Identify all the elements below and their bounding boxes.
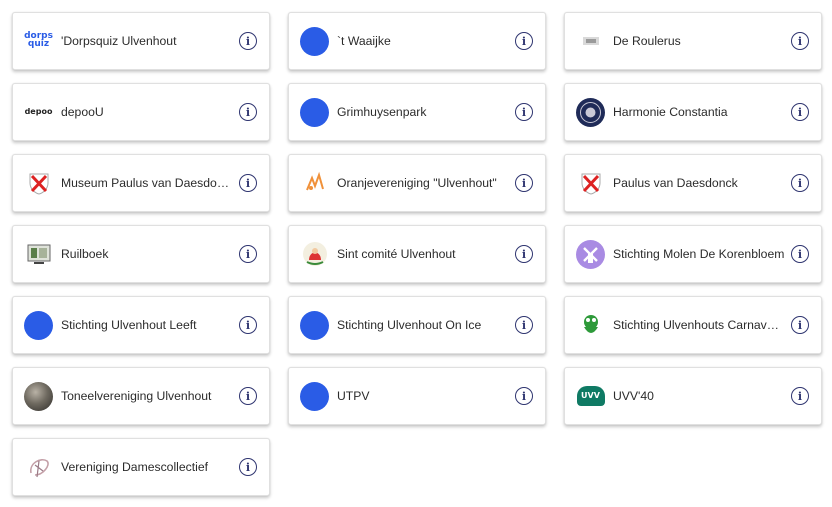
org-name: Ruilboek: [61, 247, 109, 261]
logo-text-line: depoo: [24, 106, 53, 116]
org-name: Oranjevereniging "Ulvenhout": [337, 176, 497, 190]
info-icon[interactable]: i: [515, 174, 533, 192]
info-icon[interactable]: i: [515, 245, 533, 263]
organisation-grid: dorps quiz 'Dorpsquiz Ulvenhout i `t Waa…: [12, 12, 822, 496]
org-name: Grimhuysenpark: [337, 105, 427, 119]
org-card[interactable]: Harmonie Constantia i: [564, 83, 822, 141]
org-card[interactable]: Ruilboek i: [12, 225, 270, 283]
org-card[interactable]: depoo depooU i: [12, 83, 270, 141]
org-name: UTPV: [337, 389, 370, 403]
org-name: De Roulerus: [613, 34, 681, 48]
org-name: Harmonie Constantia: [613, 105, 728, 119]
org-name: Paulus van Daesdonck: [613, 176, 738, 190]
info-icon[interactable]: i: [515, 103, 533, 121]
info-icon[interactable]: i: [239, 174, 257, 192]
info-icon[interactable]: i: [791, 316, 809, 334]
org-name: Vereniging Damescollectief: [61, 460, 209, 474]
info-icon[interactable]: i: [791, 387, 809, 405]
harmonie-logo: [576, 97, 605, 127]
blue-dot-logo: [300, 381, 329, 411]
info-icon[interactable]: i: [239, 103, 257, 121]
dorpsquiz-logo: dorps quiz: [24, 27, 53, 56]
org-card[interactable]: De Roulerus i: [564, 12, 822, 70]
org-card[interactable]: Paulus van Daesdonck i: [564, 154, 822, 212]
shield-cross-logo: [576, 169, 605, 198]
logo-text-line: quiz: [27, 39, 50, 49]
org-name: Stichting Molen De Korenbloem: [613, 247, 785, 261]
info-icon[interactable]: i: [239, 316, 257, 334]
org-card[interactable]: UTPV i: [288, 367, 546, 425]
info-icon[interactable]: i: [791, 174, 809, 192]
info-icon[interactable]: i: [239, 245, 257, 263]
org-card[interactable]: UVV UVV'40 i: [564, 367, 822, 425]
org-card[interactable]: Museum Paulus van Daesdonck i: [12, 154, 270, 212]
oranje-logo: [300, 169, 329, 198]
roulerus-logo: [576, 27, 605, 56]
depoou-logo: depoo: [24, 98, 53, 127]
org-name: Stichting Ulvenhouts Carnaval (SUC): [613, 318, 785, 332]
blue-dot-logo: [300, 26, 329, 56]
org-card[interactable]: Stichting Molen De Korenbloem i: [564, 225, 822, 283]
windmill-logo: [576, 239, 605, 269]
info-icon[interactable]: i: [515, 316, 533, 334]
info-icon[interactable]: i: [515, 32, 533, 50]
sint-logo: [300, 240, 329, 269]
org-card[interactable]: Vereniging Damescollectief i: [12, 438, 270, 496]
org-card[interactable]: Stichting Ulvenhouts Carnaval (SUC) i: [564, 296, 822, 354]
blue-dot-logo: [300, 97, 329, 127]
info-icon[interactable]: i: [239, 387, 257, 405]
org-card[interactable]: Sint comité Ulvenhout i: [288, 225, 546, 283]
org-card[interactable]: Stichting Ulvenhout On Ice i: [288, 296, 546, 354]
org-name: depooU: [61, 105, 104, 119]
photo-logo: [24, 381, 53, 411]
shield-cross-logo: [24, 169, 53, 198]
org-card[interactable]: `t Waaijke i: [288, 12, 546, 70]
info-icon[interactable]: i: [515, 387, 533, 405]
org-card[interactable]: Toneelvereniging Ulvenhout i: [12, 367, 270, 425]
org-name: Museum Paulus van Daesdonck: [61, 176, 233, 190]
org-card[interactable]: Oranjevereniging "Ulvenhout" i: [288, 154, 546, 212]
frog-logo: [576, 311, 605, 340]
uvv-logo: UVV: [576, 382, 605, 411]
org-card[interactable]: Grimhuysenpark i: [288, 83, 546, 141]
info-icon[interactable]: i: [791, 245, 809, 263]
logo-text-line: UVV: [581, 390, 600, 400]
org-name: 'Dorpsquiz Ulvenhout: [61, 34, 177, 48]
org-name: Sint comité Ulvenhout: [337, 247, 456, 261]
info-icon[interactable]: i: [791, 103, 809, 121]
org-name: UVV'40: [613, 389, 654, 403]
ruilboek-logo: [24, 240, 53, 269]
org-card[interactable]: Stichting Ulvenhout Leeft i: [12, 296, 270, 354]
org-name: `t Waaijke: [337, 34, 391, 48]
damescollectief-logo: [24, 453, 53, 482]
org-name: Stichting Ulvenhout Leeft: [61, 318, 197, 332]
org-name: Toneelvereniging Ulvenhout: [61, 389, 212, 403]
org-name: Stichting Ulvenhout On Ice: [337, 318, 482, 332]
org-card[interactable]: dorps quiz 'Dorpsquiz Ulvenhout i: [12, 12, 270, 70]
info-icon[interactable]: i: [239, 32, 257, 50]
blue-dot-logo: [24, 310, 53, 340]
info-icon[interactable]: i: [239, 458, 257, 476]
info-icon[interactable]: i: [791, 32, 809, 50]
blue-dot-logo: [300, 310, 329, 340]
